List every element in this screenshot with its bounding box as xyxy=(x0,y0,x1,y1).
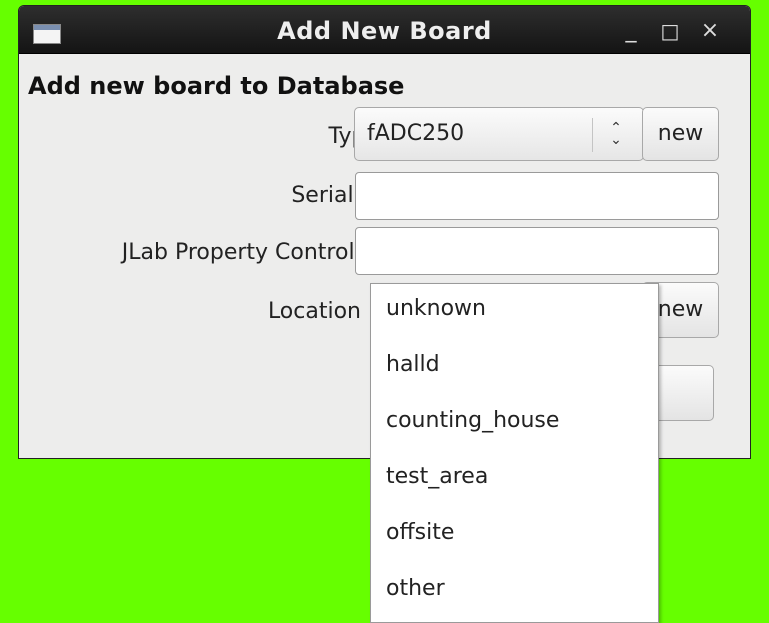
location-dropdown-list[interactable]: unknown halld counting_house test_area o… xyxy=(370,283,659,623)
maximize-icon[interactable]: □ xyxy=(659,19,681,43)
location-option-other[interactable]: other xyxy=(386,576,445,601)
serial-input[interactable] xyxy=(355,172,719,220)
up-down-arrows-icon: ⌃ ⌄ xyxy=(610,120,622,148)
new-type-button[interactable]: new xyxy=(642,107,719,161)
close-icon[interactable]: × xyxy=(699,18,721,43)
location-option-counting-house[interactable]: counting_house xyxy=(386,408,559,433)
combo-separator xyxy=(592,118,593,152)
form-heading: Add new board to Database xyxy=(28,72,405,100)
location-label: Location xyxy=(267,299,361,324)
location-option-offsite[interactable]: offsite xyxy=(386,520,454,545)
title-bar[interactable]: Add New Board _ □ × xyxy=(19,6,750,54)
type-select[interactable]: fADC250 ⌃ ⌄ xyxy=(354,107,644,161)
location-option-halld[interactable]: halld xyxy=(386,352,440,377)
type-select-value: fADC250 xyxy=(367,121,465,146)
jlab-property-control-input[interactable] xyxy=(355,227,719,275)
location-option-test-area[interactable]: test_area xyxy=(386,464,488,489)
jlab-property-control-label: JLab Property Control# xyxy=(121,240,373,265)
location-option-unknown[interactable]: unknown xyxy=(386,296,486,321)
minimize-icon[interactable]: _ xyxy=(620,18,642,43)
